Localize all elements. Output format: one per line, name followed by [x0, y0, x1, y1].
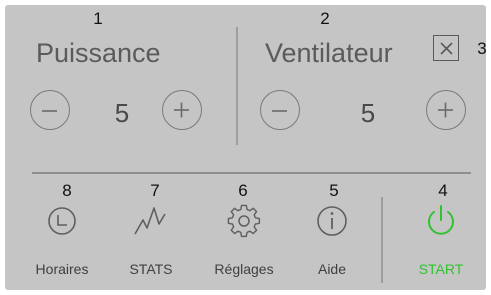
start-label: START	[418, 261, 464, 277]
callout-6: 6	[238, 181, 248, 200]
start-button[interactable]: START	[396, 200, 486, 280]
callout-1: 1	[93, 9, 103, 28]
ventilateur-increase-button[interactable]	[426, 90, 466, 130]
nav-stats-label: STATS	[129, 261, 173, 277]
minus-icon	[42, 110, 57, 112]
callout-8: 8	[62, 181, 72, 200]
close-icon	[440, 42, 453, 55]
puissance-decrease-button[interactable]	[30, 90, 70, 130]
puissance-title: Puissance	[36, 38, 161, 68]
nav-aide-label: Aide	[317, 261, 347, 277]
power-icon	[428, 205, 454, 235]
nav-reglages-label: Réglages	[214, 261, 274, 277]
plus-icon	[438, 102, 453, 118]
ventilateur-title: Ventilateur	[265, 38, 393, 68]
section-divider	[236, 27, 238, 145]
minus-icon	[272, 110, 287, 112]
nav-aide[interactable]: Aide	[287, 200, 377, 280]
nav-horaires-label: Horaires	[35, 261, 89, 277]
puissance-increase-button[interactable]	[162, 90, 202, 130]
nav-horaires[interactable]: Horaires	[17, 200, 107, 280]
ventilateur-decrease-button[interactable]	[260, 90, 300, 130]
callout-7: 7	[150, 181, 160, 200]
callout-3: 3	[477, 39, 487, 58]
clock-icon	[48, 207, 76, 235]
puissance-value: 5	[114, 98, 130, 128]
callout-2: 2	[320, 9, 330, 28]
plus-icon	[174, 102, 189, 118]
horizontal-divider	[32, 172, 471, 174]
gear-icon	[227, 204, 261, 238]
zigzag-stats-icon	[134, 207, 166, 235]
close-button[interactable]	[433, 35, 459, 61]
nav-reglages[interactable]: Réglages	[199, 200, 289, 280]
info-icon	[317, 206, 347, 236]
ventilateur-value: 5	[360, 98, 376, 128]
callout-4: 4	[438, 181, 448, 200]
nav-stats[interactable]: STATS	[106, 200, 196, 280]
callout-5: 5	[329, 181, 339, 200]
start-divider	[381, 197, 383, 283]
